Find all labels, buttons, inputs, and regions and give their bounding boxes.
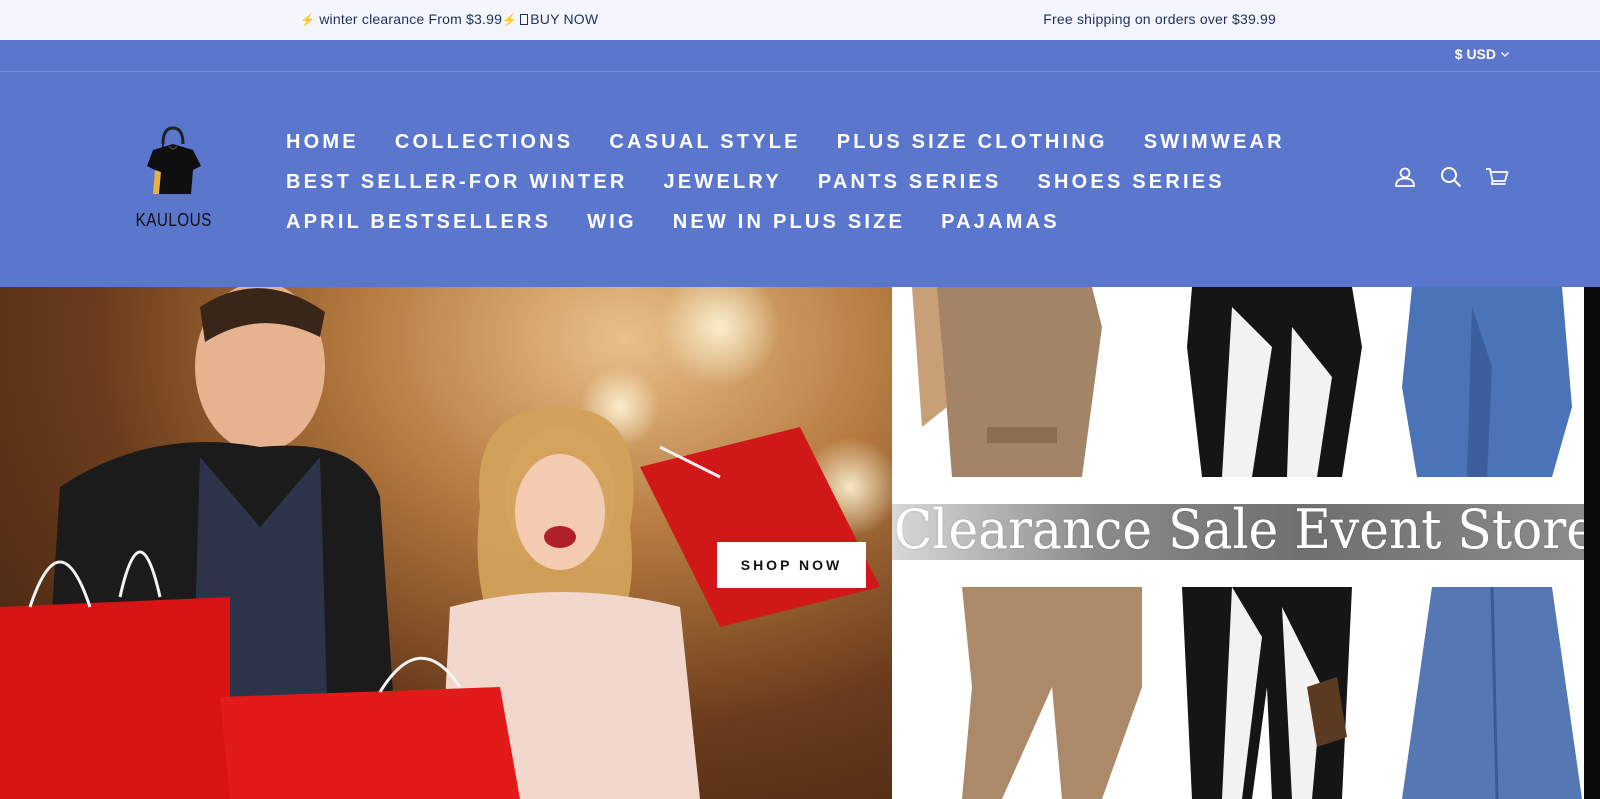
nav-item-plus-size-clothing[interactable]: PLUS SIZE CLOTHING bbox=[837, 131, 1108, 154]
clearance-sale-banner[interactable]: Clearance Sale Event Store bbox=[892, 287, 1584, 799]
nav-item-swimwear[interactable]: SWIMWEAR bbox=[1144, 131, 1285, 154]
utility-bar: $ USD bbox=[0, 40, 1600, 72]
nav-row-3: APRIL BESTSELLERS WIG NEW IN PLUS SIZE P… bbox=[286, 202, 1266, 242]
nav-item-shoes-series[interactable]: SHOES SERIES bbox=[1037, 171, 1224, 194]
nav-item-new-in-plus-size[interactable]: NEW IN PLUS SIZE bbox=[673, 211, 905, 234]
lightning-icon: ⚡ bbox=[502, 13, 518, 27]
store-logo[interactable]: KAULOUS bbox=[133, 122, 213, 232]
shirt-bag-logo-icon bbox=[147, 126, 201, 194]
hero-shopping-image[interactable]: SHOP NOW bbox=[0, 287, 892, 799]
shop-now-button[interactable]: SHOP NOW bbox=[717, 542, 866, 588]
nav-item-pajamas[interactable]: PAJAMAS bbox=[941, 211, 1060, 234]
account-icon[interactable] bbox=[1392, 164, 1418, 190]
missing-glyph-icon bbox=[520, 14, 529, 25]
shipping-announcement: Free shipping on orders over $39.99 bbox=[1043, 11, 1276, 27]
header-icons bbox=[1392, 164, 1510, 190]
promo-text: winter clearance From $3.99 bbox=[319, 11, 503, 27]
nav-item-home[interactable]: HOME bbox=[286, 131, 359, 154]
site-header: $ USD KAULOUS HOME COLLECTIONS CASUAL ST… bbox=[0, 40, 1600, 287]
chevron-down-icon bbox=[1501, 52, 1509, 57]
nav-row-2: BEST SELLER-FOR WINTER JEWELRY PANTS SER… bbox=[286, 162, 1266, 202]
hero-edge-strip bbox=[1584, 287, 1600, 799]
main-navigation: HOME COLLECTIONS CASUAL STYLE PLUS SIZE … bbox=[286, 122, 1282, 242]
nav-item-pants-series[interactable]: PANTS SERIES bbox=[818, 171, 1002, 194]
nav-item-wig[interactable]: WIG bbox=[587, 211, 637, 234]
currency-label: $ USD bbox=[1454, 46, 1496, 62]
promo-announcement[interactable]: ⚡ winter clearance From $3.99⚡ BUY NOW bbox=[300, 11, 598, 27]
nav-item-collections[interactable]: COLLECTIONS bbox=[395, 131, 574, 154]
search-icon[interactable] bbox=[1438, 164, 1464, 190]
sale-banner-text: Clearance Sale Event Store bbox=[893, 498, 1584, 561]
nav-item-jewelry[interactable]: JEWELRY bbox=[664, 171, 782, 194]
nav-item-casual-style[interactable]: CASUAL STYLE bbox=[609, 131, 800, 154]
hero-section: SHOP NOW Clearance Sale Event Store bbox=[0, 287, 1600, 799]
nav-item-best-seller-for-winter[interactable]: BEST SELLER-FOR WINTER bbox=[286, 171, 628, 194]
currency-selector[interactable]: $ USD bbox=[1455, 46, 1510, 62]
nav-row-1: HOME COLLECTIONS CASUAL STYLE PLUS SIZE … bbox=[286, 122, 1282, 162]
promo-cta[interactable]: BUY NOW bbox=[530, 11, 598, 27]
nav-item-april-bestsellers[interactable]: APRIL BESTSELLERS bbox=[286, 211, 551, 234]
logo-text: KAULOUS bbox=[135, 210, 212, 230]
announcement-bar: ⚡ winter clearance From $3.99⚡ BUY NOW Fr… bbox=[0, 0, 1600, 40]
cart-icon[interactable] bbox=[1484, 164, 1510, 190]
lightning-icon: ⚡ bbox=[300, 13, 316, 27]
